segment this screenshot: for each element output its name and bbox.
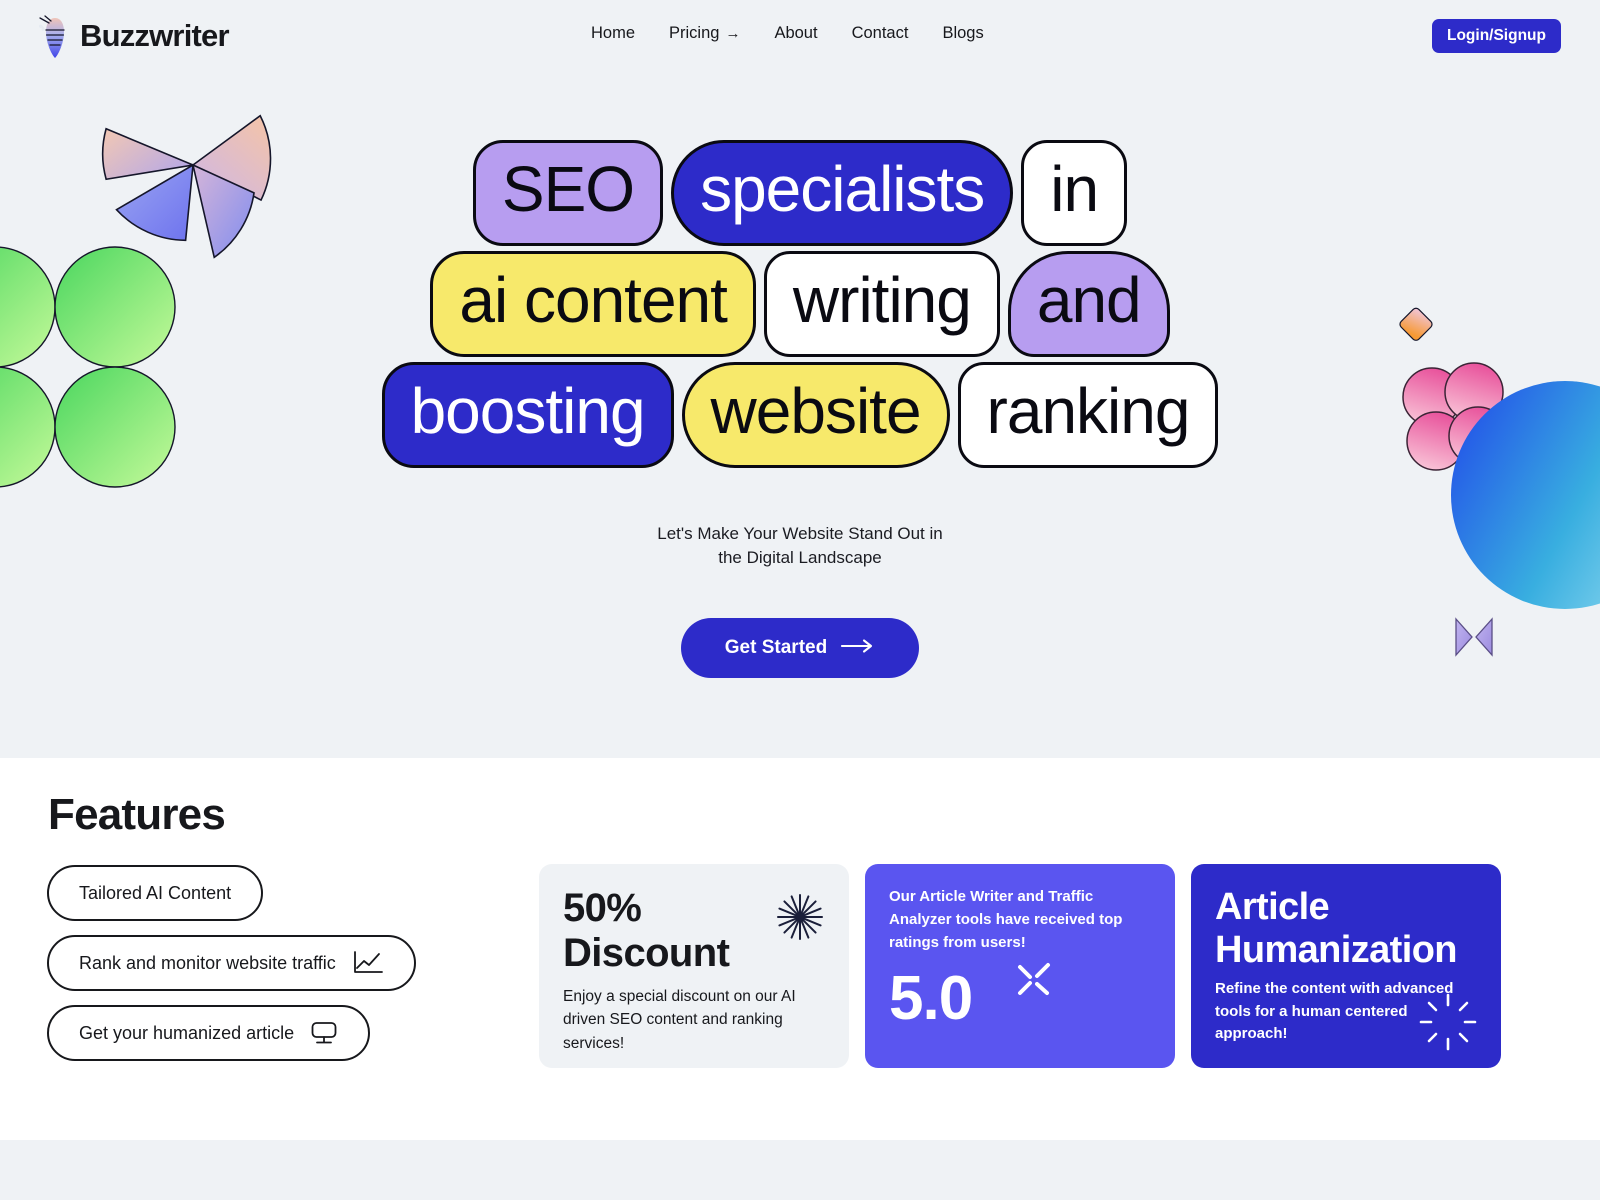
hero-cta-wrap: Get Started — [0, 618, 1600, 678]
headline-row-3: boosting website ranking — [381, 362, 1219, 468]
hero-section: Buzzwriter Home Pricing → About Contact … — [0, 0, 1600, 758]
rating-card[interactable]: Our Article Writer and Traffic Analyzer … — [865, 864, 1175, 1068]
nav-link-home-label: Home — [591, 24, 636, 42]
sparkle-icon — [1012, 959, 1056, 1008]
headline-tile-ai-content: ai content — [430, 251, 756, 357]
hero-subtitle-line-1: Let's Make Your Website Stand Out in — [657, 524, 943, 543]
nav-link-about-label: About — [774, 24, 818, 42]
monitor-icon — [310, 1020, 338, 1046]
headline-row-1: SEO specialists in — [472, 140, 1128, 246]
headline-row-2: ai content writing and — [430, 251, 1170, 357]
line-chart-icon — [352, 950, 384, 976]
headline-tile-in: in — [1021, 140, 1128, 246]
headline-tile-seo: SEO — [472, 140, 664, 246]
bee-pen-logo-icon — [38, 14, 72, 58]
feature-pill-label: Rank and monitor website traffic — [79, 952, 336, 973]
nav-link-about[interactable]: About — [774, 24, 817, 43]
headline-tile-specialists: specialists — [671, 140, 1014, 246]
humanization-card-title-line-2: Humanization — [1215, 928, 1458, 971]
humanization-card[interactable]: Article Humanization Refine the content … — [1191, 864, 1501, 1068]
arrow-right-icon: → — [725, 25, 741, 42]
get-started-label: Get Started — [724, 637, 828, 658]
hero-subtitle-line-2: the Digital Landscape — [718, 548, 882, 568]
nav-links: Home Pricing → About Contact Blogs — [591, 24, 984, 43]
landing-page: Buzzwriter Home Pricing → About Contact … — [0, 0, 1600, 1200]
starburst-icon — [775, 892, 825, 947]
brand-logo-group[interactable]: Buzzwriter — [38, 14, 230, 58]
feature-pill-humanized-article[interactable]: Get your humanized article — [47, 1005, 371, 1061]
sun-rays-icon — [1417, 991, 1479, 1058]
nav-link-blogs-label: Blogs — [942, 24, 984, 42]
feature-cards: 50% Discount Enjoy a special discount on… — [539, 864, 1501, 1068]
rating-card-description: Our Article Writer and Traffic Analyzer … — [889, 888, 1123, 951]
discount-card[interactable]: 50% Discount Enjoy a special discount on… — [539, 864, 849, 1068]
hero-headline: SEO specialists in ai content writing an… — [0, 140, 1600, 468]
feature-pill-list: Tailored AI Content Rank and monitor web… — [47, 865, 416, 1075]
feature-pill-label: Get your humanized article — [79, 1022, 295, 1043]
headline-tile-boosting: boosting — [381, 362, 674, 468]
get-started-button[interactable]: Get Started — [680, 618, 920, 678]
login-signup-button[interactable]: Login/Signup — [1431, 19, 1561, 53]
humanization-card-title-line-1: Article — [1215, 886, 1330, 928]
nav-link-pricing[interactable]: Pricing → — [669, 24, 740, 43]
nav-link-home[interactable]: Home — [591, 24, 635, 43]
nav-link-blogs[interactable]: Blogs — [942, 24, 983, 43]
feature-pill-label: Tailored AI Content — [79, 882, 232, 903]
headline-tile-and: and — [1007, 251, 1170, 357]
discount-card-description: Enjoy a special discount on our AI drive… — [563, 987, 796, 1052]
headline-tile-ranking: ranking — [957, 362, 1219, 468]
footer-band — [0, 1140, 1600, 1200]
arrow-right-icon — [841, 637, 875, 659]
nav-link-contact[interactable]: Contact — [852, 24, 909, 43]
features-section: Features Tailored AI Content Rank and mo… — [0, 758, 1600, 1140]
headline-tile-website: website — [681, 362, 950, 468]
features-title: Features — [48, 790, 226, 839]
nav-link-contact-label: Contact — [851, 24, 909, 42]
main-navigation: Buzzwriter Home Pricing → About Contact … — [0, 0, 1600, 72]
feature-pill-rank-monitor-traffic[interactable]: Rank and monitor website traffic — [47, 935, 416, 991]
headline-tile-writing: writing — [763, 251, 1000, 357]
hero-subtitle: Let's Make Your Website Stand Out in the… — [0, 522, 1600, 570]
nav-link-pricing-label: Pricing — [669, 24, 720, 42]
feature-pill-tailored-ai-content[interactable]: Tailored AI Content — [47, 865, 264, 921]
brand-name: Buzzwriter — [80, 18, 230, 53]
